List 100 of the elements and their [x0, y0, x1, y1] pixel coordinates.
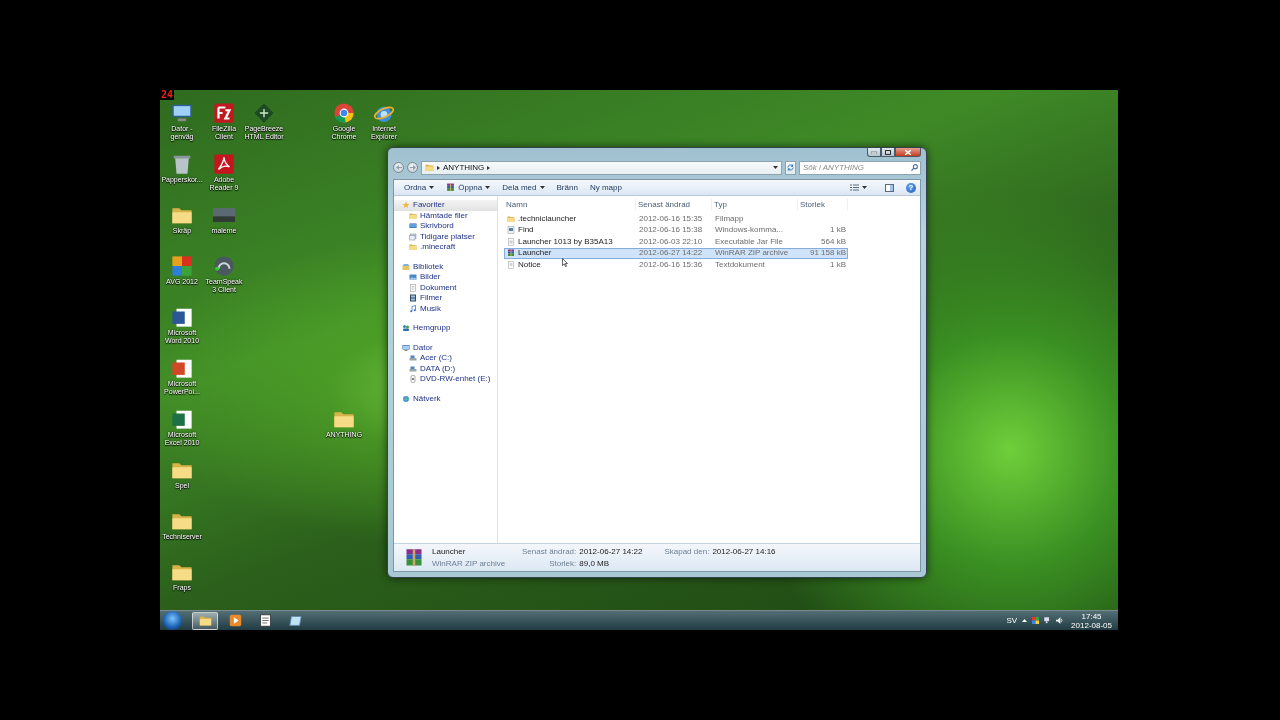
maximize-icon: [885, 149, 891, 155]
nav-item[interactable]: Musik: [394, 303, 497, 314]
column-header[interactable]: Namn: [504, 199, 636, 210]
nav-item[interactable]: DVD-RW-enhet (E:): [394, 374, 497, 385]
field-value: 89,0 MB: [579, 558, 611, 569]
minimize-button[interactable]: [867, 148, 881, 157]
nav-item[interactable]: Nätverk: [394, 393, 497, 404]
breadcrumb-item[interactable]: ANYTHING: [443, 162, 485, 173]
mouse-pointer-icon: [562, 258, 568, 267]
nav-item[interactable]: Dokument: [394, 282, 497, 293]
table-cell-text: 2012-06-16 15:38: [638, 225, 704, 235]
file-icon: [507, 237, 515, 246]
round-logo-icon: [333, 102, 355, 124]
column-header[interactable]: Typ: [712, 199, 798, 210]
nav-item[interactable]: Dator: [394, 342, 497, 353]
document-icon: [171, 408, 193, 430]
picture-icon: [409, 273, 417, 282]
play-icon: [228, 614, 242, 627]
pane-icon: [885, 183, 894, 192]
clock-date: 2012-08-05: [1071, 620, 1112, 630]
nav-item[interactable]: Acer (C:): [394, 353, 497, 364]
field-label: Senast ändrad:: [522, 546, 577, 557]
round-logo-icon: [213, 255, 235, 277]
column-header[interactable]: Senast ändrad: [636, 199, 712, 210]
chevron-icon: [437, 165, 440, 170]
file-icon: [507, 226, 515, 235]
document-icon: [409, 283, 417, 292]
table-cell-text: Windows-komma...: [714, 225, 784, 235]
search-field[interactable]: Sök i ANYTHING: [799, 160, 921, 175]
nav-item[interactable]: .minecraft: [394, 242, 497, 253]
file-name: Find: [518, 225, 534, 236]
archive-icon: [446, 183, 456, 192]
back-arrow-icon: [395, 165, 402, 170]
nav-item[interactable]: Hämtade filer: [394, 210, 497, 221]
language-indicator[interactable]: SV: [1006, 615, 1018, 626]
network-icon: [1044, 617, 1052, 624]
refresh-button[interactable]: [785, 160, 796, 175]
table-cell-text: 564 kB: [820, 237, 847, 247]
toolbar-button[interactable]: Bränn: [550, 180, 584, 195]
music-note-icon: [409, 304, 417, 313]
maximize-button[interactable]: [881, 148, 895, 157]
file-row[interactable]: Find 2012-06-16 15:38 Windows-komma... 1 kB: [504, 224, 848, 236]
table-cell-text: 2012-06-16 15:35: [638, 214, 704, 224]
archive-icon: [507, 249, 515, 258]
forward-button[interactable]: [407, 162, 418, 173]
nav-item[interactable]: Filmer: [394, 293, 497, 304]
clock[interactable]: 17:45 2012-08-05: [1068, 611, 1115, 630]
nav-item[interactable]: Skrivbord: [394, 221, 497, 232]
file-row[interactable]: Launcher 2012-06-27 14:22 WinRAR ZIP archive 91 158 kB: [504, 247, 848, 259]
nav-item[interactable]: Hemgrupp: [394, 323, 497, 334]
start-button[interactable]: [163, 611, 182, 630]
tray-arrow-icon: [1022, 619, 1028, 622]
field-value: 2012-06-27 14:22: [579, 546, 643, 557]
file-name: Launcher 1013 by B35A13: [518, 236, 613, 247]
trash-icon: [171, 153, 193, 175]
table-cell-text: Textdokument: [714, 260, 766, 270]
file-name: Notice: [518, 259, 541, 270]
nav-item[interactable]: DATA (D:): [394, 363, 497, 374]
folder-icon: [409, 211, 417, 220]
field-label: Skapad den:: [664, 546, 710, 557]
nav-item[interactable]: Favoriter: [394, 200, 497, 211]
file-row[interactable]: .techniclauncher 2012-06-16 15:35 Filmapp: [504, 213, 848, 225]
toolbar-button[interactable]: Ordna: [398, 180, 441, 195]
flag-icon: [1032, 617, 1040, 624]
file-row[interactable]: Launcher 1013 by B35A13 2012-06-03 22:10 Executable Jar File 564 kB: [504, 236, 848, 248]
file-name: Launcher: [518, 248, 552, 259]
table-cell-text: 2012-06-16 15:36: [638, 260, 704, 270]
app-tile-icon: [213, 102, 235, 124]
monitor-icon: [409, 222, 417, 231]
window-icon: [288, 614, 302, 627]
toolbar-button[interactable]: Öppna: [440, 180, 497, 195]
table-cell-text: 2012-06-27 14:22: [638, 248, 704, 258]
nav-item[interactable]: Bilder: [394, 272, 497, 283]
field-value: 2012-06-27 14:16: [712, 546, 776, 557]
close-button[interactable]: [895, 148, 921, 157]
caret-icon: [539, 186, 545, 189]
caret-icon: [773, 166, 778, 169]
folder-icon: [409, 243, 417, 252]
toolbar-button[interactable]: Dela med: [496, 180, 551, 195]
app-tile-icon: [171, 255, 193, 277]
list-view-icon: [850, 184, 859, 191]
table-cell-text: Executable Jar File: [714, 237, 785, 247]
library-icon: [402, 262, 410, 271]
table-cell-text: 1 kB: [829, 260, 847, 270]
column-header[interactable]: Storlek: [798, 199, 848, 210]
taskbar-button[interactable]: [192, 611, 218, 630]
close-icon: [905, 149, 911, 155]
monitor-icon: [402, 343, 410, 352]
star-icon: [402, 201, 410, 210]
monitor-icon: [171, 102, 193, 124]
nav-item[interactable]: Bibliotek: [394, 261, 497, 272]
archive-icon: [404, 547, 424, 568]
document-icon: [171, 306, 193, 328]
address-bar[interactable]: ANYTHING: [421, 160, 782, 175]
nav-item[interactable]: Tidigare platser: [394, 231, 497, 242]
toolbar-button[interactable]: Ny mapp: [583, 180, 628, 195]
document-icon: [258, 614, 272, 627]
back-button[interactable]: [393, 162, 404, 173]
file-row[interactable]: Notice 2012-06-16 15:36 Textdokument 1 kB: [504, 259, 848, 271]
file-icon: [507, 260, 515, 269]
